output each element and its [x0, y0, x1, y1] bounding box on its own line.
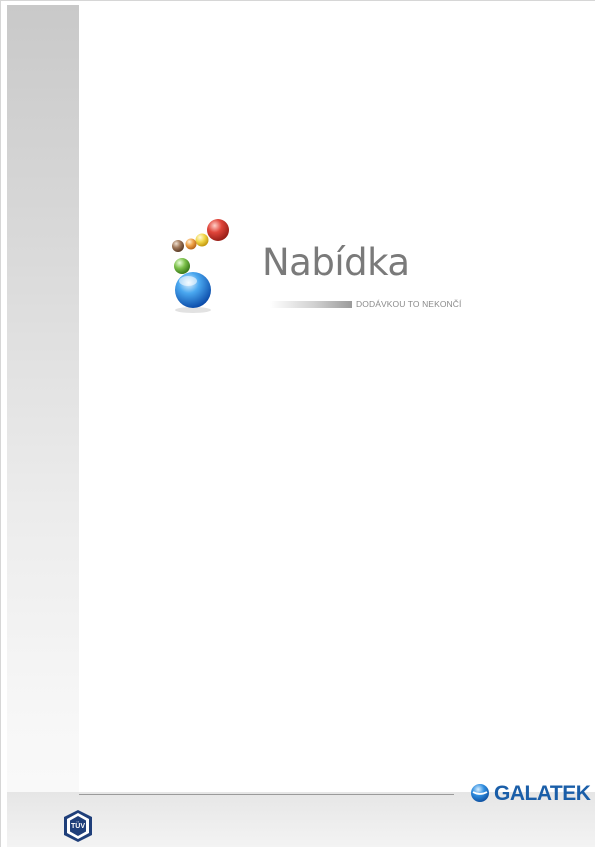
- subtitle-gradient-bar: [270, 301, 352, 308]
- galatek-mark-icon: [471, 784, 489, 802]
- galatek-logo: GALATEK: [470, 780, 591, 806]
- brand-name: GALATEK: [494, 781, 591, 805]
- tuv-mark-text: TÜV: [71, 821, 85, 830]
- footer-divider: [79, 794, 454, 795]
- document-subtitle: DODÁVKOU TO NEKONČÍ: [356, 299, 462, 309]
- tuv-certification-icon: TÜV: [64, 810, 92, 842]
- document-title: Nabídka: [262, 241, 410, 284]
- bubbles-logo-icon: [172, 219, 229, 313]
- page-frame: [0, 0, 595, 847]
- side-stripe: [7, 5, 79, 847]
